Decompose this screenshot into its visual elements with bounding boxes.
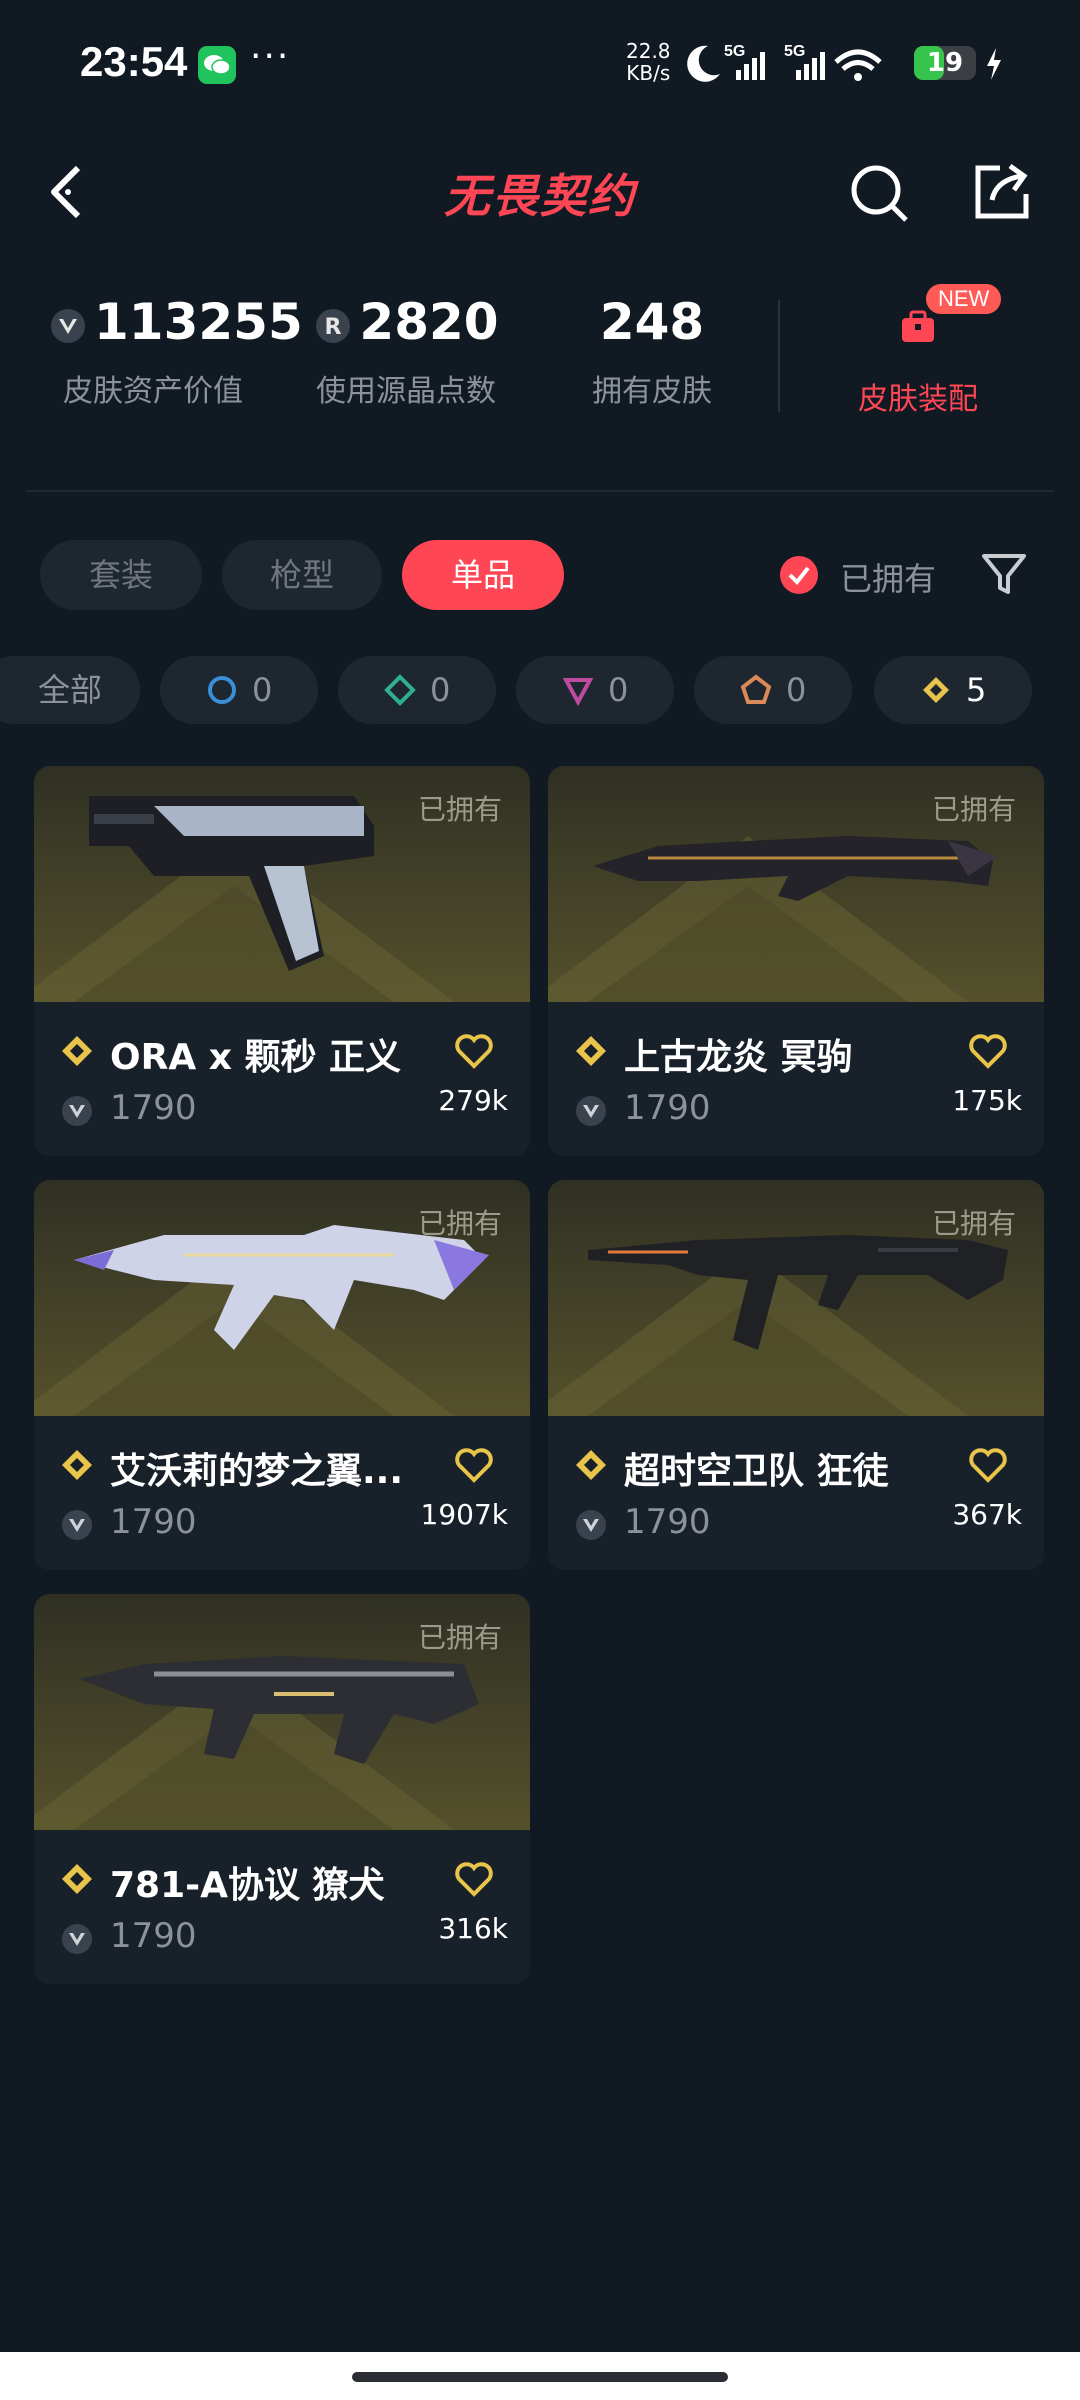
skin-name: ORA x 颗秒 正义 bbox=[110, 1037, 402, 1078]
skin-price: 1790 bbox=[624, 1088, 711, 1128]
new-badge: NEW bbox=[926, 284, 1002, 314]
skin-card[interactable]: 已拥有 781-A协议 獠犬 1790 316k bbox=[34, 1594, 530, 1984]
tier-deluxe-icon bbox=[384, 674, 416, 706]
chip-tier-deluxe[interactable]: 0 bbox=[338, 656, 496, 724]
skin-thumbnail: 已拥有 bbox=[34, 1594, 530, 1830]
vp-icon bbox=[62, 1510, 92, 1540]
clock: 23:54 bbox=[80, 38, 188, 85]
tier-select-icon bbox=[208, 676, 236, 704]
skin-name: 超时空卫队 狂徒 bbox=[624, 1451, 889, 1492]
skin-likes: 1907k bbox=[420, 1498, 508, 1531]
network-speed: 22.8 KB/s bbox=[626, 39, 671, 85]
heart-icon[interactable] bbox=[968, 1446, 1008, 1484]
vp-icon bbox=[62, 1096, 92, 1126]
battery-indicator: 19 bbox=[914, 46, 976, 80]
stats-divider bbox=[778, 300, 780, 412]
vp-icon bbox=[576, 1096, 606, 1126]
section-divider bbox=[26, 490, 1054, 492]
skin-likes: 175k bbox=[952, 1084, 1022, 1117]
skin-name: 781-A协议 獠犬 bbox=[110, 1865, 385, 1906]
checkbox-checked-icon[interactable] bbox=[780, 556, 818, 594]
tier-exclusive-icon bbox=[62, 1036, 92, 1066]
skin-card[interactable]: 已拥有 艾沃莉的梦之翼... 1790 1907k bbox=[34, 1180, 530, 1570]
tab-weapon-type[interactable]: 枪型 bbox=[222, 540, 382, 610]
share-icon[interactable] bbox=[970, 160, 1034, 224]
chip-all[interactable]: 全部 bbox=[0, 656, 140, 724]
status-bar: 23:54 ··· 22.8 KB/s 5G 5G 19 bbox=[0, 0, 1080, 130]
skin-thumbnail: 已拥有 bbox=[34, 1180, 530, 1416]
heart-icon[interactable] bbox=[968, 1032, 1008, 1070]
search-icon[interactable] bbox=[848, 162, 912, 226]
skin-card[interactable]: 已拥有 上古龙炎 冥驹 1790 175k bbox=[548, 766, 1044, 1156]
tier-exclusive-icon bbox=[576, 1036, 606, 1066]
status-icons: 5G 5G bbox=[687, 43, 882, 82]
chip-tier-exclusive[interactable]: 5 bbox=[874, 656, 1032, 724]
skin-price: 1790 bbox=[110, 1502, 197, 1542]
top-bar: 无畏契约 bbox=[0, 140, 1080, 250]
svg-text:R: R bbox=[325, 315, 342, 340]
more-notifications-icon: ··· bbox=[250, 36, 291, 77]
tier-exclusive-icon bbox=[923, 677, 949, 703]
skin-name: 艾沃莉的梦之翼... bbox=[110, 1451, 404, 1492]
heart-icon[interactable] bbox=[454, 1860, 494, 1898]
skin-price: 1790 bbox=[110, 1916, 197, 1956]
skin-likes: 279k bbox=[438, 1084, 508, 1117]
vp-icon bbox=[51, 308, 85, 343]
heart-icon[interactable] bbox=[454, 1032, 494, 1070]
home-indicator[interactable] bbox=[352, 2372, 728, 2382]
tier-exclusive-icon bbox=[62, 1864, 92, 1894]
stat-owned-skins: 248 拥有皮肤 bbox=[592, 293, 712, 409]
radianite-icon: R bbox=[316, 308, 351, 343]
skin-likes: 367k bbox=[952, 1498, 1022, 1531]
skin-card[interactable]: 已拥有 ORA x 颗秒 正义 1790 279k bbox=[34, 766, 530, 1156]
chip-tier-ultra[interactable]: 0 bbox=[694, 656, 852, 724]
stat-skin-value: 113255 皮肤资产价值 bbox=[48, 290, 303, 410]
chip-tier-premium[interactable]: 0 bbox=[516, 656, 674, 724]
tier-premium-icon bbox=[562, 678, 594, 706]
vp-icon bbox=[576, 1510, 606, 1540]
tier-exclusive-icon bbox=[62, 1450, 92, 1480]
tab-sets[interactable]: 套装 bbox=[40, 540, 202, 610]
skin-price: 1790 bbox=[110, 1088, 197, 1128]
stat-radianite-points: R 2820 使用源晶点数 bbox=[306, 290, 506, 410]
heart-icon[interactable] bbox=[454, 1446, 494, 1484]
charging-icon bbox=[987, 48, 1001, 80]
filter-icon[interactable] bbox=[980, 550, 1028, 598]
skin-card[interactable]: 已拥有 超时空卫队 狂徒 1790 367k bbox=[548, 1180, 1044, 1570]
skin-name: 上古龙炎 冥驹 bbox=[624, 1037, 853, 1078]
svg-text:5G: 5G bbox=[724, 43, 745, 60]
svg-text:5G: 5G bbox=[784, 43, 805, 60]
app-logo: 无畏契约 bbox=[444, 169, 636, 223]
category-tabs: 套装 枪型 单品 已拥有 bbox=[0, 540, 1080, 612]
tab-single-items[interactable]: 单品 bbox=[402, 540, 564, 610]
tier-ultra-icon bbox=[740, 674, 772, 704]
skin-price: 1790 bbox=[624, 1502, 711, 1542]
skin-thumbnail: 已拥有 bbox=[548, 766, 1044, 1002]
moon-icon bbox=[687, 45, 720, 82]
vp-icon bbox=[62, 1924, 92, 1954]
wechat-icon bbox=[198, 46, 236, 84]
tier-filter-chips: 全部 0 0 0 0 5 bbox=[0, 656, 1080, 728]
skin-likes: 316k bbox=[438, 1912, 508, 1945]
skin-thumbnail: 已拥有 bbox=[34, 766, 530, 1002]
skin-thumbnail: 已拥有 bbox=[548, 1180, 1044, 1416]
tier-exclusive-icon bbox=[576, 1450, 606, 1480]
chip-tier-select[interactable]: 0 bbox=[160, 656, 318, 724]
